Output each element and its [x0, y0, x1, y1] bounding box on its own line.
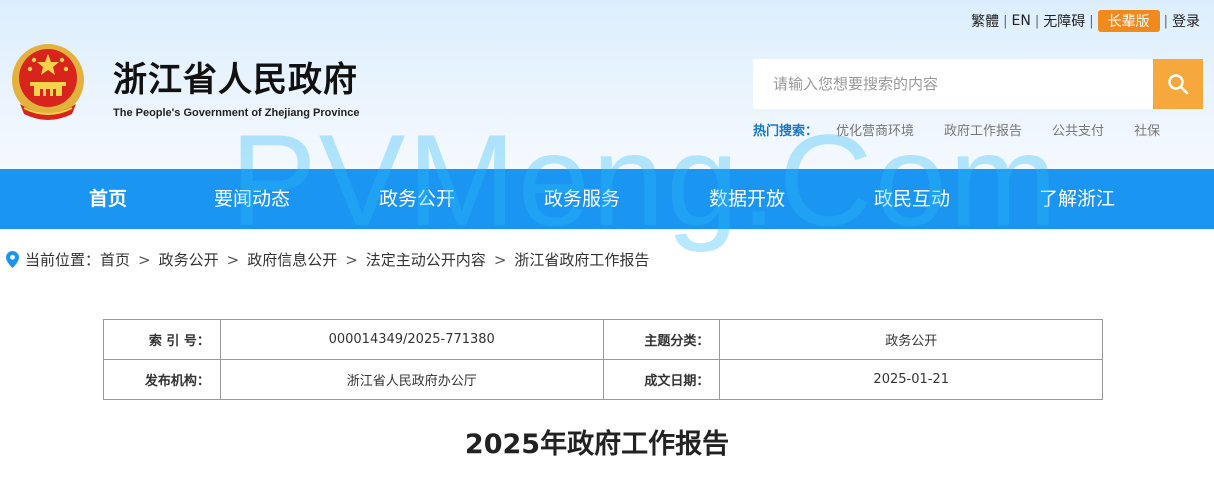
breadcrumb: 当前位置： 首页 > 政务公开 > 政府信息公开 > 法定主动公开内容 > 浙江… — [6, 249, 649, 270]
hot-search-item[interactable]: 优化营商环境 — [836, 120, 914, 139]
document-meta-table: 索 引 号： 000014349/2025-771380 主题分类： 政务公开 … — [103, 319, 1103, 400]
table-row: 索 引 号： 000014349/2025-771380 主题分类： 政务公开 — [103, 319, 1103, 360]
hot-searches: 热门搜索： 优化营商环境 政府工作报告 公共支付 社保 — [753, 120, 1190, 139]
publisher-value: 浙江省人民政府办公厅 — [219, 359, 604, 400]
separator: | — [1089, 13, 1094, 29]
breadcrumb-separator: > — [138, 250, 151, 269]
hot-search-item[interactable]: 公共支付 — [1052, 120, 1104, 139]
nav-item-open-data[interactable]: 数据开放 — [709, 169, 785, 229]
site-subtitle: The People's Government of Zhejiang Prov… — [113, 107, 360, 119]
national-emblem-icon[interactable] — [10, 42, 86, 122]
date-label: 成文日期： — [602, 359, 721, 400]
accessibility-link[interactable]: 无障碍 — [1039, 11, 1089, 31]
top-links: 繁體 | EN | 无障碍 | 长辈版 | 登录 — [967, 10, 1204, 32]
nav-item-interaction[interactable]: 政民互动 — [874, 169, 950, 229]
breadcrumb-item[interactable]: 政务公开 — [159, 249, 219, 270]
nav-item-gov-affairs[interactable]: 政务公开 — [379, 169, 455, 229]
nav-item-about-zhejiang[interactable]: 了解浙江 — [1039, 169, 1115, 229]
nav-item-news[interactable]: 要闻动态 — [214, 169, 290, 229]
hot-search-item[interactable]: 政府工作报告 — [944, 120, 1022, 139]
breadcrumb-item[interactable]: 浙江省政府工作报告 — [514, 249, 649, 270]
breadcrumb-item[interactable]: 首页 — [100, 249, 130, 270]
nav-item-home[interactable]: 首页 — [89, 169, 127, 229]
search-input[interactable] — [753, 59, 1153, 109]
breadcrumb-separator: > — [345, 250, 358, 269]
hot-search-item[interactable]: 社保 — [1134, 120, 1160, 139]
location-pin-icon — [6, 251, 19, 268]
topic-label: 主题分类： — [602, 319, 721, 360]
hot-search-label: 热门搜索： — [753, 124, 819, 139]
index-number-label: 索 引 号： — [103, 319, 221, 360]
search-icon — [1168, 74, 1189, 95]
nav-item-gov-services[interactable]: 政务服务 — [544, 169, 620, 229]
breadcrumb-item[interactable]: 法定主动公开内容 — [366, 249, 486, 270]
breadcrumb-separator: > — [493, 250, 507, 269]
index-number-value: 000014349/2025-771380 — [219, 319, 604, 360]
english-link[interactable]: EN — [1008, 13, 1035, 29]
login-link[interactable]: 登录 — [1168, 11, 1204, 31]
breadcrumb-label: 当前位置： — [25, 251, 101, 269]
breadcrumb-separator: > — [226, 250, 240, 269]
breadcrumb-item[interactable]: 政府信息公开 — [247, 249, 337, 270]
publisher-label: 发布机构： — [103, 359, 221, 400]
table-row: 发布机构： 浙江省人民政府办公厅 成文日期： 2025-01-21 — [103, 359, 1103, 400]
site-title[interactable]: 浙江省人民政府 — [113, 52, 358, 101]
traditional-chinese-link[interactable]: 繁體 — [967, 11, 1003, 31]
page-header: 浙江省人民政府 The People's Government of Zheji… — [0, 0, 1214, 169]
search-button[interactable] — [1153, 59, 1203, 109]
topic-value: 政务公开 — [719, 319, 1103, 360]
main-nav: 首页 要闻动态 政务公开 政务服务 数据开放 政民互动 了解浙江 — [0, 169, 1214, 229]
document-title: 2025年政府工作报告 — [464, 429, 730, 460]
elder-mode-button[interactable]: 长辈版 — [1097, 10, 1160, 32]
date-value: 2025-01-21 — [719, 359, 1103, 400]
